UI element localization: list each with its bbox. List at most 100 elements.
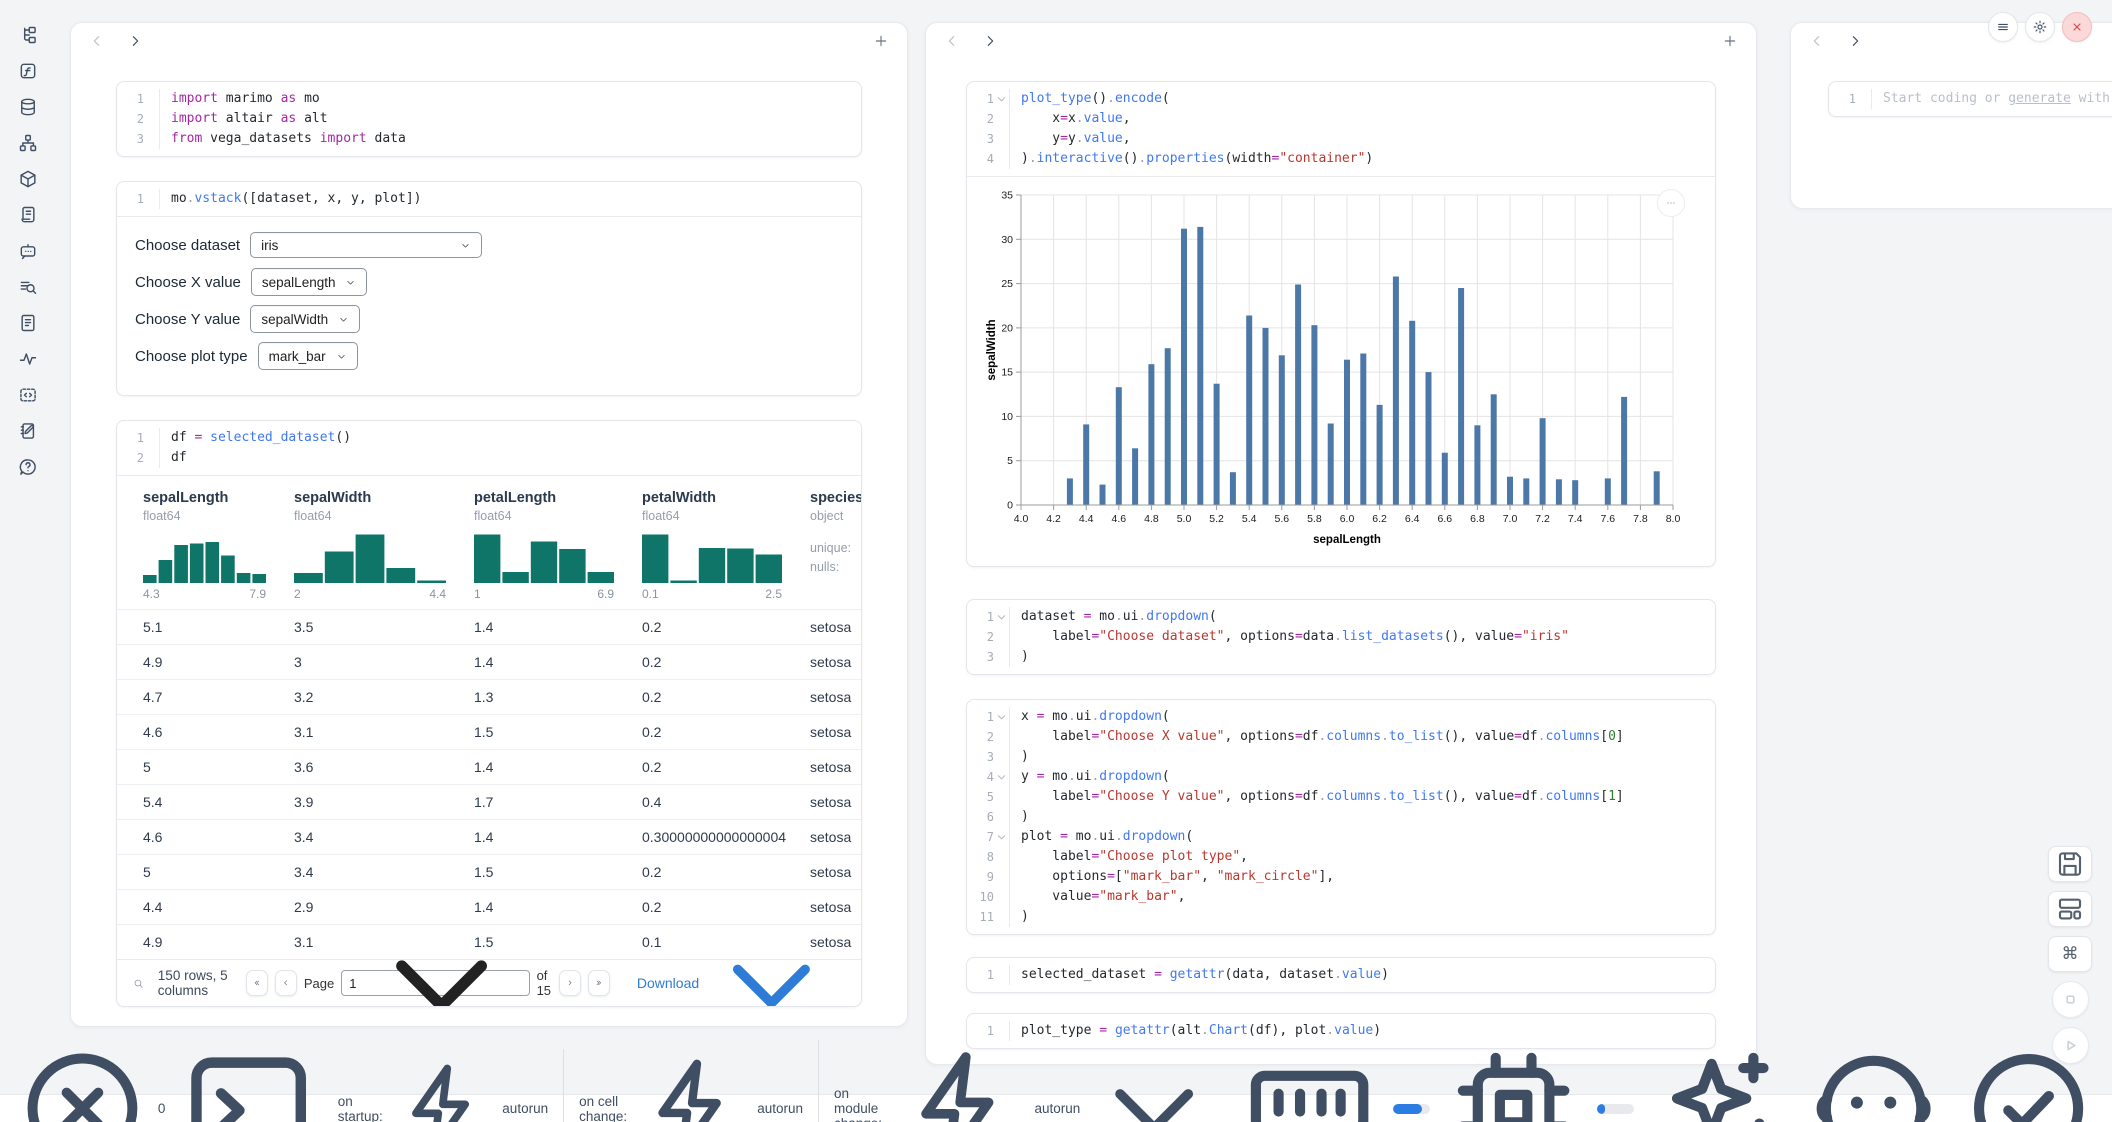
- table-row[interactable]: 53.41.50.2setosa: [117, 854, 861, 889]
- shutdown-button[interactable]: [2062, 12, 2092, 42]
- table-search-button[interactable]: [133, 975, 144, 992]
- connection-status-button[interactable]: [1957, 1037, 2100, 1122]
- code-line[interactable]: 1dataset = mo.ui.dropdown(: [967, 607, 1715, 627]
- table-row[interactable]: 53.61.40.2setosa: [117, 749, 861, 784]
- fold-chevron-icon[interactable]: [994, 707, 1009, 727]
- code-line[interactable]: 1x = mo.ui.dropdown(: [967, 707, 1715, 727]
- column-forward-button[interactable]: [1845, 31, 1865, 51]
- cell-dataframe: 1df = selected_dataset()2df sepalLengthf…: [116, 420, 862, 1007]
- code-editor[interactable]: 1plot_type().encode(2 x=x.value,3 y=y.va…: [967, 82, 1715, 176]
- column-forward-button[interactable]: [980, 31, 1000, 51]
- sidebar-item-snippets[interactable]: [18, 385, 38, 405]
- errors-button[interactable]: 0: [12, 1038, 165, 1122]
- code-line[interactable]: 1plot_type().encode(: [967, 89, 1715, 109]
- code-line[interactable]: 1selected_dataset = getattr(data, datase…: [967, 965, 1715, 985]
- code-line[interactable]: 6): [967, 807, 1715, 827]
- sidebar-item-datasources[interactable]: [18, 97, 38, 117]
- code-line[interactable]: 3): [967, 647, 1715, 667]
- keyboard-shortcuts-button[interactable]: ⌘: [2048, 936, 2092, 972]
- code-line[interactable]: 7plot = mo.ui.dropdown(: [967, 827, 1715, 847]
- code-line[interactable]: 3from vega_datasets import data: [117, 129, 861, 149]
- code-line[interactable]: 1mo.vstack([dataset, x, y, plot]): [117, 189, 861, 209]
- code-line[interactable]: 2 x=x.value,: [967, 109, 1715, 129]
- sidebar-item-tracing[interactable]: [18, 349, 38, 369]
- dataset-select[interactable]: iris: [250, 232, 482, 258]
- table-row[interactable]: 5.43.91.70.4setosa: [117, 784, 861, 819]
- sidebar-item-packages[interactable]: [18, 169, 38, 189]
- code-line[interactable]: 3): [967, 747, 1715, 767]
- download-button[interactable]: Download: [631, 915, 845, 1007]
- fold-chevron-icon[interactable]: [994, 767, 1009, 787]
- sidebar-item-file-explorer[interactable]: [18, 25, 38, 45]
- page-select[interactable]: 1: [341, 970, 529, 996]
- code-line[interactable]: 2 label="Choose dataset", options=data.l…: [967, 627, 1715, 647]
- code-line[interactable]: 2 label="Choose X value", options=df.col…: [967, 727, 1715, 747]
- code-editor[interactable]: 1selected_dataset = getattr(data, datase…: [967, 958, 1715, 992]
- code-line[interactable]: 2df: [117, 448, 861, 468]
- code-editor[interactable]: 1import marimo as mo2import altair as al…: [117, 82, 861, 156]
- column-back-button[interactable]: [942, 31, 962, 51]
- add-cell-button[interactable]: [1720, 31, 1740, 51]
- code-line[interactable]: 2import altair as alt: [117, 109, 861, 129]
- sidebar-item-chat[interactable]: [18, 241, 38, 261]
- sidebar-item-scratchpad[interactable]: [18, 421, 38, 441]
- fold-chevron-icon[interactable]: [994, 607, 1009, 627]
- code-editor[interactable]: 1x = mo.ui.dropdown(2 label="Choose X va…: [967, 700, 1715, 934]
- terminal-button[interactable]: [175, 1035, 322, 1122]
- sidebar-item-documentation[interactable]: [18, 313, 38, 333]
- altair-bar-chart[interactable]: 4.04.24.44.64.85.05.25.45.65.86.06.26.46…: [983, 185, 1689, 557]
- on-module-change-segment[interactable]: on module change: autorun: [818, 1040, 1238, 1122]
- table-row[interactable]: 4.931.40.2setosa: [117, 644, 861, 679]
- column-forward-button[interactable]: [125, 31, 145, 51]
- add-cell-button[interactable]: [871, 31, 891, 51]
- notebook-menu-button[interactable]: [1988, 12, 2018, 42]
- code-line[interactable]: 1import marimo as mo: [117, 89, 861, 109]
- line-number: 1: [1829, 89, 1856, 109]
- prev-page-button[interactable]: [275, 970, 297, 996]
- sidebar-item-outline[interactable]: [18, 277, 38, 297]
- column-back-button[interactable]: [1807, 31, 1827, 51]
- stop-kernel-button[interactable]: [2052, 981, 2089, 1018]
- code-line[interactable]: 11): [967, 907, 1715, 927]
- code-line[interactable]: 10 value="mark_bar",: [967, 887, 1715, 907]
- table-row[interactable]: 4.73.21.30.2setosa: [117, 679, 861, 714]
- last-page-button[interactable]: [588, 970, 610, 996]
- code-editor[interactable]: 1 Start coding or generate with: [1829, 82, 2112, 116]
- first-page-button[interactable]: [246, 970, 268, 996]
- plot-type-select[interactable]: mark_bar: [258, 342, 358, 370]
- y-value-select[interactable]: sepalWidth: [250, 305, 360, 333]
- code-line[interactable]: 4).interactive().properties(width="conta…: [967, 149, 1715, 169]
- on-cell-change-segment[interactable]: on cell change: autorun: [563, 1049, 818, 1122]
- sidebar-item-variables[interactable]: [18, 61, 38, 81]
- next-page-button[interactable]: [559, 970, 581, 996]
- sidebar-item-help[interactable]: [18, 457, 38, 477]
- fold-chevron-icon[interactable]: [994, 89, 1009, 109]
- code-line[interactable]: 1 Start coding or generate with: [1829, 89, 2112, 109]
- table-row[interactable]: 5.13.51.40.2setosa: [117, 609, 861, 644]
- code-line[interactable]: 3 y=y.value,: [967, 129, 1715, 149]
- code-line[interactable]: 5 label="Choose Y value", options=df.col…: [967, 787, 1715, 807]
- code-editor[interactable]: 1df = selected_dataset()2df: [117, 421, 861, 475]
- fold-chevron-icon[interactable]: [994, 827, 1009, 847]
- on-startup-segment[interactable]: on startup: autorun: [323, 1055, 563, 1122]
- sidebar-item-logs[interactable]: [18, 205, 38, 225]
- code-line[interactable]: 4y = mo.ui.dropdown(: [967, 767, 1715, 787]
- code-line[interactable]: 9 options=["mark_bar", "mark_circle"],: [967, 867, 1715, 887]
- code-editor[interactable]: 1dataset = mo.ui.dropdown(2 label="Choos…: [967, 600, 1715, 674]
- code-editor[interactable]: 1mo.vstack([dataset, x, y, plot]): [117, 182, 861, 216]
- column-back-button[interactable]: [87, 31, 107, 51]
- generate-link[interactable]: generate: [2008, 91, 2071, 106]
- copilot-button[interactable]: [1802, 1037, 1945, 1122]
- empty-code-cell[interactable]: 1 Start coding or generate with: [1828, 81, 2112, 117]
- chart-actions-button[interactable]: [1657, 189, 1685, 217]
- table-row[interactable]: 4.63.11.50.2setosa: [117, 714, 861, 749]
- table-row[interactable]: 4.63.41.40.30000000000000004setosa: [117, 819, 861, 854]
- sidebar-item-dependency-graph[interactable]: [18, 133, 38, 153]
- ai-assistant-button[interactable]: [1646, 1037, 1789, 1122]
- code-line[interactable]: 8 label="Choose plot type",: [967, 847, 1715, 867]
- code-line[interactable]: 1df = selected_dataset(): [117, 428, 861, 448]
- x-value-select[interactable]: sepalLength: [251, 268, 368, 296]
- save-button[interactable]: [2048, 846, 2092, 882]
- layout-toggle-button[interactable]: [2048, 891, 2092, 927]
- settings-button[interactable]: [2025, 12, 2055, 42]
